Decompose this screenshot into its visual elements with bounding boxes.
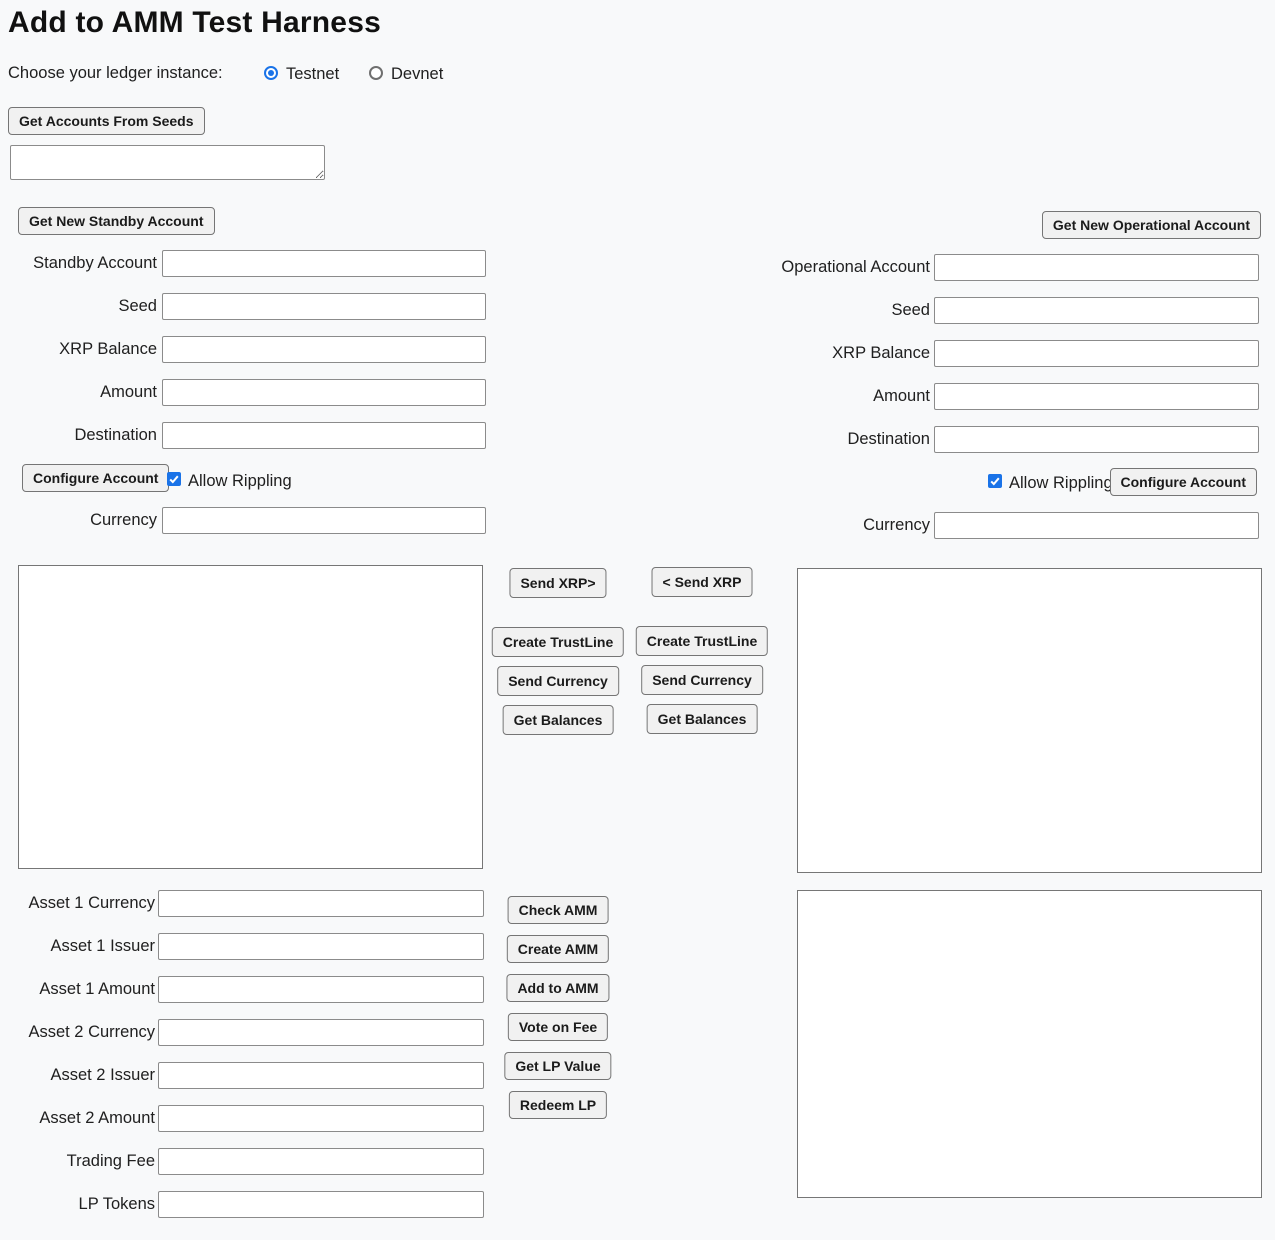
operational-allow-rippling-label[interactable]: Allow Rippling <box>1009 473 1113 493</box>
standby-currency-input[interactable] <box>162 507 486 534</box>
seeds-textarea[interactable] <box>10 145 325 180</box>
operational-xrp-balance-label: XRP Balance <box>832 340 930 367</box>
radio-devnet[interactable] <box>369 66 383 80</box>
standby-destination-input[interactable] <box>162 422 486 449</box>
operational-configure-account-button[interactable]: Configure Account <box>1110 468 1257 496</box>
operational-get-balances-button[interactable]: Get Balances <box>647 704 758 734</box>
asset1-currency-input[interactable] <box>158 890 484 917</box>
operational-seed-input[interactable] <box>934 297 1259 324</box>
standby-create-trustline-button[interactable]: Create TrustLine <box>492 627 624 657</box>
operational-results-box[interactable] <box>797 568 1262 873</box>
send-xrp-to-operational-button[interactable]: Send XRP> <box>509 568 606 598</box>
asset1-amount-label: Asset 1 Amount <box>39 976 155 1003</box>
operational-account-input[interactable] <box>934 254 1259 281</box>
trading-fee-input[interactable] <box>158 1148 484 1175</box>
operational-currency-input[interactable] <box>934 512 1259 539</box>
get-new-operational-account-button[interactable]: Get New Operational Account <box>1042 211 1261 239</box>
standby-results-box[interactable] <box>18 565 483 869</box>
operational-destination-input[interactable] <box>934 426 1259 453</box>
asset2-issuer-input[interactable] <box>158 1062 484 1089</box>
operational-account-label: Operational Account <box>781 254 930 281</box>
asset2-amount-label: Asset 2 Amount <box>39 1105 155 1132</box>
add-to-amm-button[interactable]: Add to AMM <box>506 974 609 1002</box>
send-xrp-to-standby-button[interactable]: < Send XRP <box>652 567 753 597</box>
asset2-currency-label: Asset 2 Currency <box>28 1019 155 1046</box>
standby-currency-label: Currency <box>90 507 157 534</box>
standby-get-balances-button[interactable]: Get Balances <box>503 705 614 735</box>
standby-allow-rippling-checkbox[interactable] <box>167 472 181 486</box>
get-new-standby-account-button[interactable]: Get New Standby Account <box>18 207 215 235</box>
amm-results-box[interactable] <box>797 890 1262 1198</box>
standby-amount-label: Amount <box>100 379 157 406</box>
operational-currency-label: Currency <box>863 512 930 539</box>
radio-testnet-label[interactable]: Testnet <box>286 64 339 84</box>
vote-on-fee-button[interactable]: Vote on Fee <box>508 1013 608 1041</box>
operational-seed-label: Seed <box>891 297 930 324</box>
asset1-amount-input[interactable] <box>158 976 484 1003</box>
standby-destination-label: Destination <box>74 422 157 449</box>
standby-seed-label: Seed <box>118 293 157 320</box>
operational-destination-label: Destination <box>847 426 930 453</box>
standby-seed-input[interactable] <box>162 293 486 320</box>
redeem-lp-button[interactable]: Redeem LP <box>509 1091 607 1119</box>
get-lp-value-button[interactable]: Get LP Value <box>504 1052 611 1080</box>
standby-account-label: Standby Account <box>33 250 157 277</box>
ledger-instance-label: Choose your ledger instance: <box>8 60 223 87</box>
asset1-issuer-input[interactable] <box>158 933 484 960</box>
standby-send-currency-button[interactable]: Send Currency <box>497 666 619 696</box>
asset1-issuer-label: Asset 1 Issuer <box>50 933 155 960</box>
lp-tokens-label: LP Tokens <box>79 1191 155 1218</box>
standby-configure-account-button[interactable]: Configure Account <box>22 464 169 492</box>
checkmark-icon <box>989 475 1001 487</box>
operational-xrp-balance-input[interactable] <box>934 340 1259 367</box>
get-accounts-from-seeds-button[interactable]: Get Accounts From Seeds <box>8 107 205 135</box>
checkmark-icon <box>168 473 180 485</box>
standby-allow-rippling-label[interactable]: Allow Rippling <box>188 471 292 491</box>
operational-create-trustline-button[interactable]: Create TrustLine <box>636 626 768 656</box>
asset2-issuer-label: Asset 2 Issuer <box>50 1062 155 1089</box>
standby-xrp-balance-input[interactable] <box>162 336 486 363</box>
asset1-currency-label: Asset 1 Currency <box>28 890 155 917</box>
operational-send-currency-button[interactable]: Send Currency <box>641 665 763 695</box>
asset2-currency-input[interactable] <box>158 1019 484 1046</box>
operational-allow-rippling-checkbox[interactable] <box>988 474 1002 488</box>
operational-amount-input[interactable] <box>934 383 1259 410</box>
create-amm-button[interactable]: Create AMM <box>507 935 609 963</box>
standby-xrp-balance-label: XRP Balance <box>59 336 157 363</box>
trading-fee-label: Trading Fee <box>67 1148 155 1175</box>
page-title: Add to AMM Test Harness <box>8 0 381 46</box>
radio-devnet-label[interactable]: Devnet <box>391 64 443 84</box>
asset2-amount-input[interactable] <box>158 1105 484 1132</box>
operational-amount-label: Amount <box>873 383 930 410</box>
radio-testnet[interactable] <box>264 66 278 80</box>
lp-tokens-input[interactable] <box>158 1191 484 1218</box>
standby-amount-input[interactable] <box>162 379 486 406</box>
standby-account-input[interactable] <box>162 250 486 277</box>
check-amm-button[interactable]: Check AMM <box>508 896 609 924</box>
